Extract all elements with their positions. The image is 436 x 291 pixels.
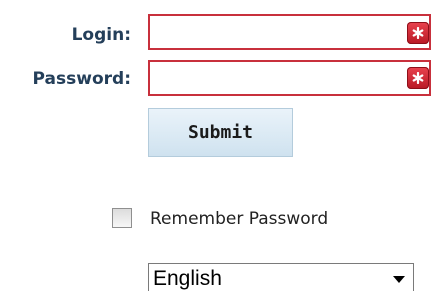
login-label: Login: — [71, 25, 131, 45]
login-input[interactable] — [148, 14, 431, 50]
submit-button[interactable]: Submit — [148, 108, 293, 157]
remember-password-label: Remember Password — [150, 209, 329, 229]
chevron-down-icon[interactable] — [393, 276, 405, 283]
remember-password-checkbox[interactable] — [112, 208, 132, 228]
password-input[interactable] — [148, 60, 431, 96]
password-label: Password: — [32, 69, 131, 89]
language-select[interactable]: English — [148, 263, 414, 291]
language-selected-value: English — [153, 267, 222, 290]
asterisk-icon — [407, 22, 429, 44]
asterisk-icon — [407, 67, 429, 89]
